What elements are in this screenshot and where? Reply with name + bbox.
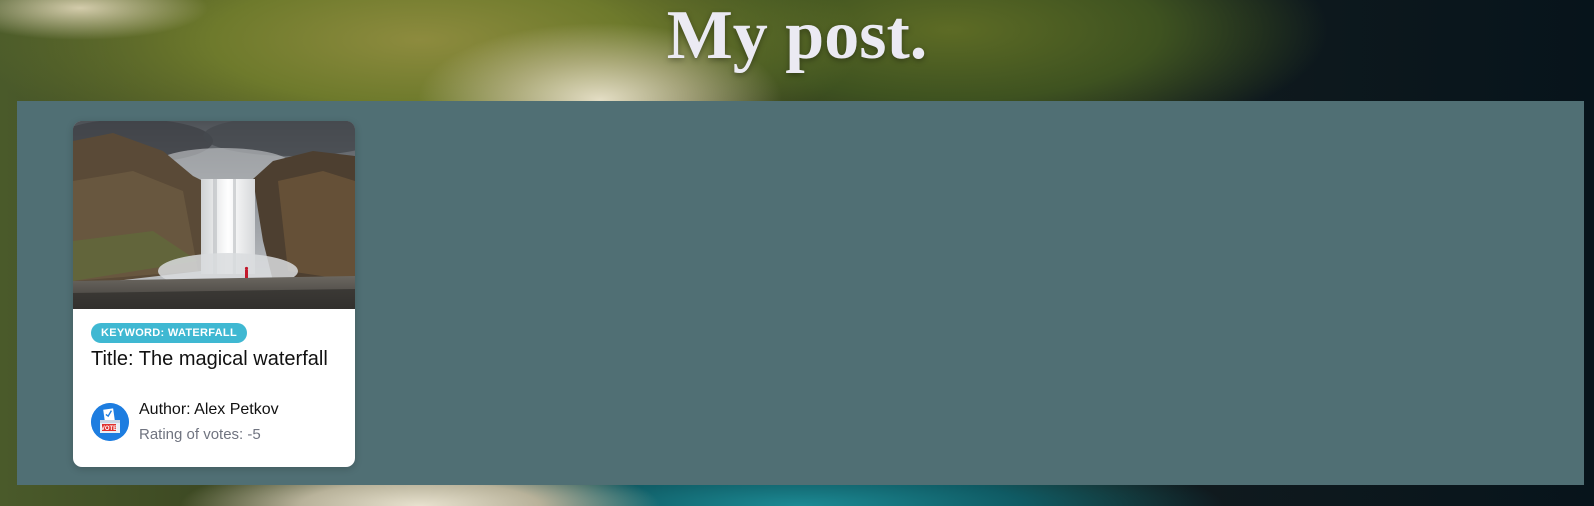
rating-of-votes: Rating of votes: -5: [139, 426, 261, 443]
author-row: VOTE Author: Alex Petkov Rating of votes…: [91, 399, 279, 445]
vote-ballot-box-icon: VOTE: [91, 403, 129, 441]
post-card[interactable]: KEYWORD: WATERFALL Title: The magical wa…: [73, 121, 355, 467]
author-info: Author: Alex Petkov Rating of votes: -5: [139, 399, 279, 445]
page-title: My post.: [666, 0, 928, 74]
waterfall-photo: [73, 121, 355, 309]
keyword-badge[interactable]: KEYWORD: WATERFALL: [91, 323, 247, 343]
post-title[interactable]: Title: The magical waterfall: [91, 345, 337, 373]
author-name: Author: Alex Petkov: [139, 401, 279, 418]
author-avatar: VOTE: [91, 403, 129, 441]
page: { "header": { "title": "My post." }, "po…: [0, 0, 1594, 506]
posts-panel: KEYWORD: WATERFALL Title: The magical wa…: [17, 101, 1584, 485]
avatar-vote-text: VOTE: [101, 426, 117, 432]
post-card-body: KEYWORD: WATERFALL Title: The magical wa…: [73, 309, 355, 443]
post-image[interactable]: [73, 121, 355, 309]
